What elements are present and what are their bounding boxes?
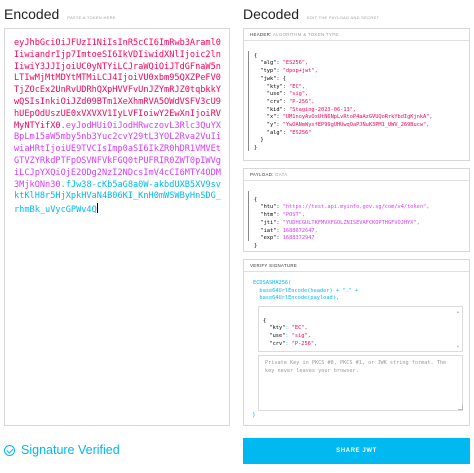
text-caret	[96, 203, 98, 214]
decoded-title: Decoded	[243, 6, 300, 22]
share-jwt-button[interactable]: SHARE JWT	[243, 438, 470, 464]
public-key-json[interactable]: { "kty": "EC", "use": "sig", "crv": "P-2…	[263, 310, 317, 349]
encoded-token-editor[interactable]: eyJhbGciOiJFUzI1NiIsInR5cCI6ImRwb3Araml0…	[4, 28, 230, 426]
decoded-title-row: Decoded EDIT THE PAYLOAD AND SECRET	[243, 6, 379, 22]
header-line: "typ": "dpop+jwt",	[260, 68, 318, 75]
verify-signature-section: VERIFY SIGNATURE ECDSASHA256( base64UrlE…	[243, 259, 470, 426]
encoded-title-row: Encoded PASTE A TOKEN HERE	[4, 6, 116, 22]
header-line: "alg": "ES256"	[266, 129, 312, 136]
header-line: "use": "sig",	[266, 91, 309, 98]
verify-signature-body: ECDSASHA256( base64UrlEncode(header) + "…	[244, 272, 469, 426]
header-left-gutter	[248, 51, 249, 151]
closing-brace: )	[252, 412, 256, 419]
encoded-title: Encoded	[4, 6, 60, 22]
header-line: "y": "YwOANmWyxfEP99gUHUwqOaPJNuK3PM1_UW…	[266, 122, 430, 129]
payload-sublabel: DATA	[275, 172, 288, 177]
decoded-subtitle: EDIT THE PAYLOAD AND SECRET	[307, 15, 380, 20]
header-line: "crv": "P-256",	[266, 98, 315, 105]
decoded-header-section: HEADER: ALGORITHM & TOKEN TYPE { "alg": …	[243, 28, 470, 161]
header-section-heading: HEADER: ALGORITHM & TOKEN TYPE	[244, 29, 469, 41]
header-line: "kid": "Staging-2023-06-13",	[266, 106, 357, 113]
header-label: HEADER:	[250, 32, 272, 37]
header-json-editor[interactable]: { "alg": "ES256", "typ": "dpop+jwt", "jw…	[244, 41, 469, 161]
encoded-subtitle: PASTE A TOKEN HERE	[67, 15, 116, 20]
payload-line: "htu": "https://test.api.myinfo.gov.sg/c…	[260, 204, 430, 211]
header-json[interactable]: { "alg": "ES256", "typ": "dpop+jwt", "jw…	[254, 45, 433, 153]
payload-encode-line: base64UrlEncode(payload),	[259, 295, 340, 302]
signature-status: Signature Verified	[4, 443, 120, 457]
resize-handle-icon[interactable]	[458, 405, 463, 410]
verify-label: VERIFY SIGNATURE	[250, 263, 298, 268]
header-line: "alg": "ES256",	[260, 60, 309, 67]
header-encode-line: base64UrlEncode(header) + "." +	[259, 287, 359, 294]
payload-label: PAYLOAD:	[250, 172, 274, 177]
payload-json[interactable]: { "htu": "https://test.api.myinfo.gov.sg…	[254, 189, 429, 251]
payload-line: "jti": "YUDHCGULTKFMVXFGOLZNISEVAFCKOPTH…	[260, 219, 420, 226]
decoded-payload-section: PAYLOAD: DATA { "htu": "https://test.api…	[243, 168, 470, 252]
header-sublabel: ALGORITHM & TOKEN TYPE	[272, 32, 339, 37]
verify-algo-text: ECDSASHA256( base64UrlEncode(header) + "…	[253, 280, 358, 303]
algo-line: ECDSASHA256(	[253, 280, 292, 286]
payload-line: "htm": "POST",	[260, 212, 306, 219]
public-key-input[interactable]: { "kty": "EC", "use": "sig", "crv": "P-2…	[258, 306, 463, 352]
verify-section-heading: VERIFY SIGNATURE	[244, 260, 469, 272]
header-line: "jwk": {	[260, 75, 286, 82]
scroll-down-icon[interactable]: ▼	[456, 344, 460, 349]
payload-json-editor[interactable]: { "htu": "https://test.api.myinfo.gov.sg…	[244, 181, 469, 252]
encoded-token-text[interactable]: eyJhbGciOiJFUzI1NiIsInR5cCI6ImRwb3Araml0…	[14, 38, 224, 217]
payload-line: "iat": 1688672647,	[260, 227, 318, 234]
header-line: "kty": "EC",	[266, 83, 306, 90]
private-key-input[interactable]: Private Key in PKCS #8, PKCS #1, or JWK …	[258, 355, 463, 411]
header-line: "x": "UM1noyAvOxUtN6NpLvRtoP4aAzGVUQoRrk…	[266, 114, 433, 121]
token-header-part: eyJhbGciOiJFUzI1NiIsInR5cCI6ImRwb3Araml0…	[14, 38, 221, 131]
check-circle-icon	[4, 444, 15, 456]
payload-line: "exp": 1688372947	[260, 235, 315, 242]
payload-section-heading: PAYLOAD: DATA	[244, 169, 469, 181]
signature-verified-text: Signature Verified	[21, 443, 120, 457]
payload-left-gutter	[248, 191, 249, 241]
scroll-up-icon[interactable]: ▲	[456, 309, 460, 314]
